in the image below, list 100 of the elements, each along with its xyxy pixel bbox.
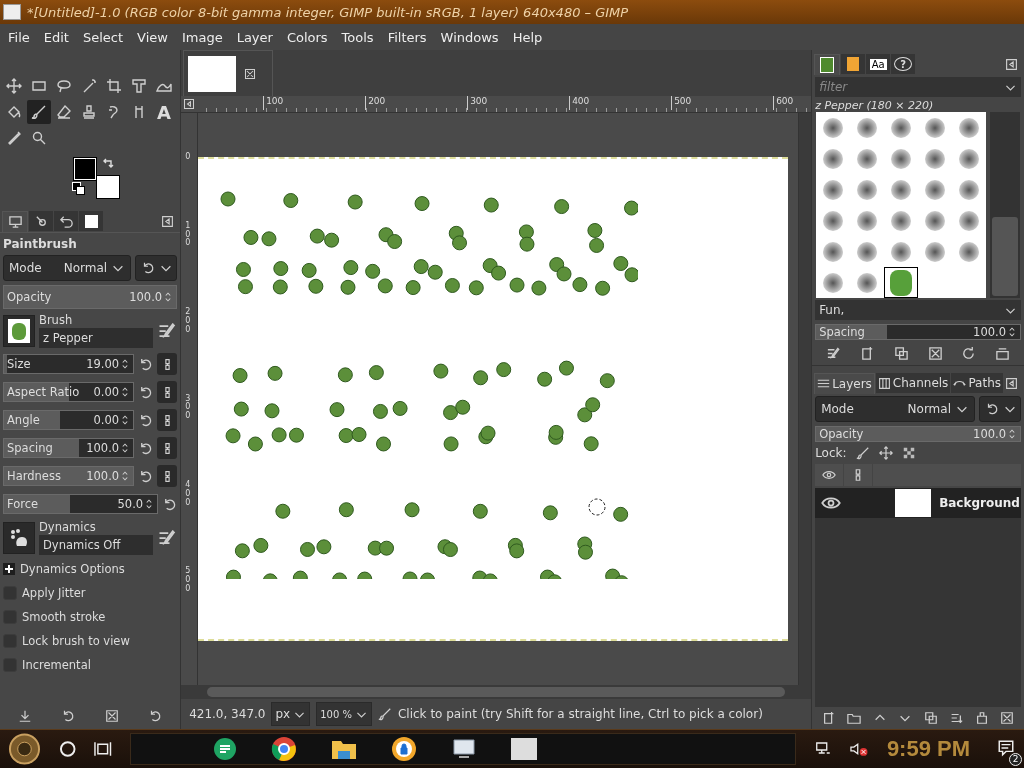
menu-item[interactable]: Image xyxy=(181,29,223,45)
value-slider[interactable]: Spacing 100.0 xyxy=(815,324,1021,340)
reset-icon[interactable] xyxy=(148,709,163,723)
restore-icon[interactable] xyxy=(61,709,76,723)
reset-icon[interactable] xyxy=(138,384,154,400)
link-button[interactable] xyxy=(157,409,178,431)
value-slider[interactable]: Size 19.00 xyxy=(3,354,135,374)
blend-space-dropdown[interactable] xyxy=(135,255,178,281)
brush-thumbnail[interactable] xyxy=(3,314,35,347)
foreground-color-swatch[interactable] xyxy=(74,158,96,180)
menu-item[interactable]: Edit xyxy=(43,29,69,45)
dock-tab[interactable]: ? xyxy=(891,54,916,74)
value-slider[interactable]: Aspect Ratio 0.00 xyxy=(3,382,135,402)
new-layer-icon[interactable] xyxy=(821,711,836,725)
menu-item[interactable]: Layer xyxy=(236,29,273,45)
duplicate-icon[interactable] xyxy=(893,346,909,361)
link-button[interactable] xyxy=(157,465,178,487)
reset-icon[interactable] xyxy=(138,468,154,484)
lock-position-icon[interactable] xyxy=(878,446,893,460)
menu-item[interactable]: Help xyxy=(512,29,543,45)
image-thumbnail[interactable] xyxy=(510,738,537,760)
network-icon[interactable] xyxy=(814,741,832,757)
dynamics-field[interactable]: Dynamics Off xyxy=(39,535,154,555)
delete-icon[interactable] xyxy=(104,709,119,723)
dock-tab[interactable] xyxy=(29,211,53,231)
save-icon[interactable] xyxy=(17,709,32,723)
tag-field[interactable]: Fun, xyxy=(815,300,1021,320)
menu-item[interactable]: Tools xyxy=(341,29,374,45)
dock-tab[interactable] xyxy=(54,211,78,231)
zoom-dropdown[interactable]: 100 % xyxy=(316,702,372,726)
mask-icon[interactable] xyxy=(974,711,989,725)
brush-preview[interactable] xyxy=(884,267,919,298)
tool-button[interactable] xyxy=(27,100,51,124)
dock-tab[interactable] xyxy=(814,53,841,75)
gear-icon[interactable] xyxy=(8,732,41,766)
dock-tab[interactable]: Channels xyxy=(875,373,951,393)
dock-tab[interactable]: Paths xyxy=(951,373,1003,393)
folder-icon[interactable] xyxy=(330,738,357,760)
menu-item[interactable]: Select xyxy=(82,29,124,45)
monitor-icon[interactable] xyxy=(450,737,477,761)
value-slider[interactable]: Force 50.0 xyxy=(3,494,159,514)
task-view-icon[interactable] xyxy=(94,740,112,758)
dock-menu-icon[interactable] xyxy=(1005,57,1018,71)
default-colors-icon[interactable] xyxy=(72,182,84,194)
brush-name-field[interactable]: z Pepper xyxy=(39,328,154,348)
mode-dropdown[interactable]: Mode Normal xyxy=(3,255,132,281)
dock-tab[interactable] xyxy=(841,54,866,74)
merge-icon[interactable] xyxy=(949,711,964,725)
new-brush-icon[interactable] xyxy=(859,346,875,361)
dock-menu-icon[interactable] xyxy=(161,214,175,228)
horizontal-scrollbar[interactable] xyxy=(207,687,786,697)
expander-toggle[interactable] xyxy=(3,563,15,575)
image-tab[interactable] xyxy=(183,50,274,96)
shield-icon[interactable] xyxy=(390,736,417,762)
reset-icon[interactable] xyxy=(138,412,154,428)
delete-icon[interactable] xyxy=(927,346,943,361)
scrollbar[interactable] xyxy=(990,112,1020,298)
layer-row[interactable]: Background xyxy=(815,488,1021,518)
link-button[interactable] xyxy=(157,353,178,375)
mode-dropdown[interactable]: Mode Normal xyxy=(815,396,975,422)
reset-icon[interactable] xyxy=(138,440,154,456)
value-slider[interactable]: Angle 0.00 xyxy=(3,410,135,430)
swap-arrows-icon[interactable] xyxy=(102,158,114,170)
new-group-icon[interactable] xyxy=(847,711,862,725)
menu-item[interactable]: Colors xyxy=(286,29,328,45)
dock-tab[interactable] xyxy=(2,210,28,232)
vertical-scrollbar[interactable] xyxy=(798,113,812,685)
link-button[interactable] xyxy=(157,437,178,459)
dock-tab[interactable] xyxy=(79,211,103,231)
reset-icon[interactable] xyxy=(138,356,154,372)
speaker-icon[interactable] xyxy=(849,741,869,757)
lock-alpha-icon[interactable] xyxy=(901,446,916,460)
value-slider[interactable]: Spacing 100.0 xyxy=(3,438,135,458)
close-icon[interactable] xyxy=(244,67,257,80)
value-slider[interactable]: Hardness 100.0 xyxy=(3,466,135,486)
value-slider[interactable]: Opacity 100.0 xyxy=(815,426,1021,442)
circle-icon[interactable] xyxy=(59,740,77,758)
menu-item[interactable]: View xyxy=(137,29,168,45)
tool-button[interactable]: A xyxy=(152,100,176,124)
dock-tab[interactable]: Aa xyxy=(866,54,891,74)
browser-icon[interactable] xyxy=(270,736,297,762)
lock-pixels-icon[interactable] xyxy=(855,446,870,460)
reset-icon[interactable] xyxy=(162,496,178,512)
image-canvas[interactable] xyxy=(198,157,789,641)
dock-tab[interactable]: Layers xyxy=(814,372,875,394)
delete-icon[interactable] xyxy=(1000,711,1015,725)
dynamics-thumbnail[interactable] xyxy=(3,521,35,554)
unit-dropdown[interactable]: px xyxy=(271,702,311,726)
menu-item[interactable]: File xyxy=(8,29,30,45)
menu-item[interactable]: Filters xyxy=(387,29,427,45)
dock-menu-icon[interactable] xyxy=(1005,376,1018,390)
menu-item[interactable]: Windows xyxy=(440,29,499,45)
open-icon[interactable] xyxy=(995,346,1011,361)
chat-icon[interactable] xyxy=(212,737,237,761)
value-slider[interactable]: Opacity 100.0 xyxy=(3,285,178,309)
clock-time[interactable]: 9:59 PM xyxy=(886,736,971,762)
background-color-swatch[interactable] xyxy=(96,175,120,199)
edit-icon[interactable] xyxy=(825,346,841,361)
refresh-icon[interactable] xyxy=(961,346,977,361)
link-button[interactable] xyxy=(157,381,178,403)
